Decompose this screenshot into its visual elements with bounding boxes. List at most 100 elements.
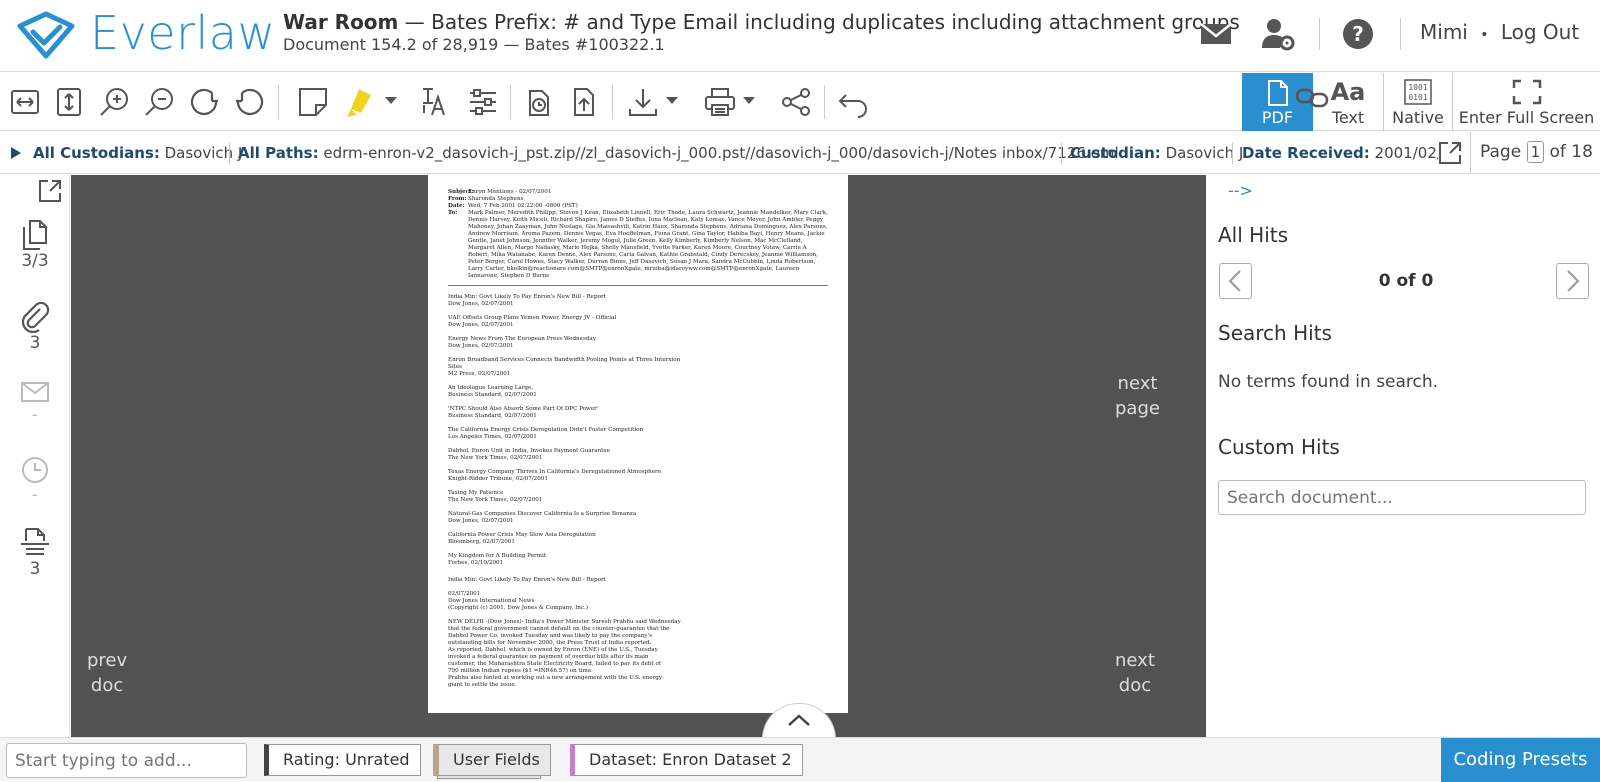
chevron-up-icon [787, 713, 811, 727]
article-meta-line: Dow Jones International News [448, 598, 535, 604]
note-icon[interactable] [296, 85, 330, 119]
article-list-item: India Min: Govt Likely To Pay Enron's Ne… [448, 294, 828, 308]
user-fields-chip[interactable]: User Fields [433, 744, 551, 776]
custodian-field[interactable]: Custodian: Dasovich J [1070, 144, 1243, 162]
all-paths-field[interactable]: All Paths: edrm-enron-v2_dasovich-j_pst.… [238, 144, 1119, 162]
article-list-line: An Ideologue Learning Large, [448, 385, 534, 391]
all-paths-value: edrm-enron-v2_dasovich-j_pst.zip//zl_das… [323, 144, 1119, 162]
all-paths-label: All Paths: [238, 144, 319, 162]
article-list-line: Business Standard, 02/07/2001 [448, 392, 537, 398]
adjust-icon[interactable] [466, 85, 500, 119]
page-number-input[interactable]: 1 [1526, 141, 1545, 163]
history-icon[interactable] [522, 85, 556, 119]
rotate-left-icon[interactable] [232, 85, 266, 119]
article-list-item: Dabhol, Enron Unit in India, Invokes Pay… [448, 448, 828, 462]
article-list-line: My Kingdom for A Building Permit [448, 553, 547, 559]
article-list-line: India Min: Govt Likely To Pay Enron's Ne… [448, 294, 606, 300]
page-total: of 18 [1549, 142, 1593, 162]
highlight-dropdown-chevron-down-icon[interactable] [385, 95, 397, 105]
article-list-line: Dow Jones, 02/07/2001 [448, 322, 514, 328]
document-page[interactable]: Subject: Enron Mentions - 02/07/2001 From… [428, 175, 848, 713]
collapse-panel-arrow-icon[interactable]: --> [1228, 181, 1253, 200]
prev-hit-button[interactable] [1219, 263, 1252, 299]
print-icon[interactable] [703, 85, 737, 119]
email-header-value: Mark Palmer, Meredith Philipp, Steven J … [468, 210, 828, 279]
all-hits-heading: All Hits [1218, 223, 1289, 247]
text-redact-icon[interactable] [420, 85, 454, 119]
context-rail: 3/3 3 - - 3 [0, 175, 70, 735]
search-description: — Bates Prefix: # and Type Email includi… [398, 10, 1240, 34]
next-doc-button[interactable]: next doc [1115, 648, 1155, 698]
metadata-divider [1470, 132, 1471, 174]
undo-icon[interactable] [836, 85, 870, 119]
metadata-bar: All Custodians: Dasovich J All Paths: ed… [0, 132, 1600, 174]
article-list-item: Energy News From The European Press Wedn… [448, 336, 828, 350]
date-received-field[interactable]: Date Received: 2001/02/... [1242, 144, 1438, 162]
user-name[interactable]: Mimi [1420, 20, 1468, 44]
all-custodians-field[interactable]: All Custodians: Dasovich J [33, 144, 242, 162]
rotate-right-icon[interactable] [188, 85, 222, 119]
print-dropdown-chevron-down-icon[interactable] [743, 95, 755, 105]
download-icon[interactable] [626, 85, 660, 119]
user-separator: • [1480, 27, 1489, 43]
email-header-rule [448, 285, 828, 286]
download-dropdown-chevron-down-icon[interactable] [666, 95, 678, 105]
add-code-input[interactable] [6, 743, 247, 778]
text-view-aa-icon: Aa [1330, 78, 1366, 106]
article-list-line: The California Energy Crisis Deregulatio… [448, 427, 644, 433]
article-list-line: Natural-Gas Companies Discover Californi… [448, 511, 637, 517]
full-screen-button[interactable]: Enter Full Screen [1453, 73, 1600, 131]
coding-bar: Rating: Unrated User Fields Dataset: Enr… [0, 737, 1600, 782]
everlaw-logo-icon[interactable] [16, 10, 76, 60]
search-document-input[interactable] [1218, 480, 1586, 515]
next-hit-button[interactable] [1556, 263, 1589, 299]
text-view-button[interactable]: Aa Text [1313, 73, 1383, 131]
share-icon[interactable] [779, 85, 813, 119]
next-page-button[interactable]: next page [1115, 371, 1160, 421]
zoom-in-icon[interactable] [98, 85, 132, 119]
prev-doc-line1: prev [87, 650, 128, 671]
family-documents-item[interactable]: 3/3 [0, 219, 70, 271]
article-list-line: Taxing My Patience [448, 490, 504, 496]
next-doc-line1: next [1115, 650, 1155, 671]
svg-text:?: ? [1352, 22, 1364, 46]
article-body-line: As reported, Dabhol, which is owned by E… [448, 647, 658, 653]
article-list-line: Business Standard, 02/07/2001 [448, 413, 537, 419]
article-body-line: Dabhol Power Co. invoked Tuesday and was… [448, 633, 652, 639]
upload-icon[interactable] [567, 85, 601, 119]
article-list-item: 'NTPC Should Also Absorb Some Part Of DP… [448, 406, 828, 420]
article-list-line: Dabhol, Enron Unit in India, Invokes Pay… [448, 448, 611, 454]
versions-count: - [31, 485, 39, 505]
rating-chip[interactable]: Rating: Unrated [264, 744, 421, 776]
header-divider [1319, 18, 1320, 50]
article-body-line: 790 million Indian rupees ($1 =INR46.57)… [448, 668, 593, 674]
zoom-out-icon[interactable] [143, 85, 177, 119]
clock-icon [0, 455, 70, 485]
user-settings-icon[interactable] [1260, 16, 1296, 52]
prev-doc-button[interactable]: prev doc [87, 648, 127, 698]
article-list-line: The New York Times, 02/07/2001 [448, 455, 543, 461]
email-thread-item: - [0, 379, 70, 425]
help-icon[interactable]: ? [1340, 16, 1376, 52]
article-list-line: Sites [448, 364, 463, 370]
article-body-line: customer, the Maharashtra State Electric… [448, 661, 661, 667]
attachments-item[interactable]: 3 [0, 299, 70, 353]
fit-width-icon[interactable] [8, 85, 42, 119]
highlight-icon[interactable] [345, 85, 379, 119]
hits-panel: --> All Hits 0 of 0 Search Hits No terms… [1206, 175, 1600, 737]
expand-panel-icon[interactable] [38, 179, 62, 203]
expand-fields-icon[interactable] [1438, 141, 1462, 165]
article-list-item: The California Energy Crisis Deregulatio… [448, 427, 828, 441]
brand-name[interactable]: Everlaw [90, 6, 276, 60]
email-thread-count: - [31, 405, 39, 425]
next-doc-line2: doc [1118, 675, 1152, 696]
logout-link[interactable]: Log Out [1501, 20, 1579, 44]
native-view-button[interactable]: 1001 0101 Native [1384, 73, 1452, 131]
mail-icon[interactable] [1198, 16, 1234, 52]
coding-presets-button[interactable]: Coding Presets [1441, 738, 1600, 782]
duplicates-count: 3 [29, 559, 41, 579]
dataset-chip[interactable]: Dataset: Enron Dataset 2 [570, 744, 803, 776]
fit-height-icon[interactable] [52, 85, 86, 119]
duplicates-item[interactable]: 3 [0, 527, 70, 579]
expand-metadata-triangle-icon[interactable] [10, 146, 22, 160]
